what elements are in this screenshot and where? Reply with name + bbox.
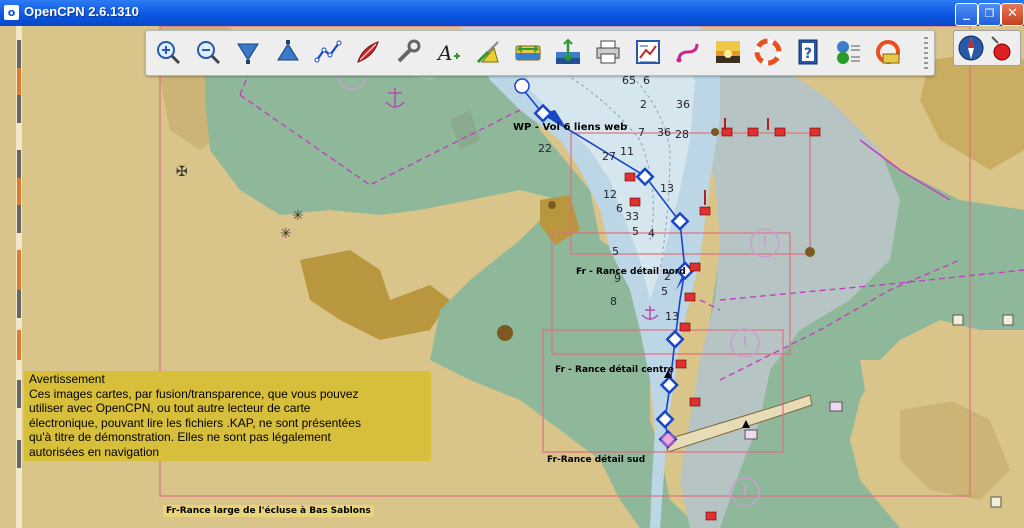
toolbar-grip[interactable] <box>924 37 928 69</box>
ais-button[interactable] <box>832 36 863 67</box>
scale-down-button[interactable] <box>232 36 263 67</box>
app-icon: o <box>4 5 19 20</box>
route-manager-icon <box>635 39 660 64</box>
chart-label-sud[interactable]: Fr-Rance détail sud <box>544 454 648 466</box>
svg-text:A: A <box>436 41 452 65</box>
svg-text:36: 36 <box>657 126 671 139</box>
svg-text:8: 8 <box>610 295 617 308</box>
track-button[interactable] <box>672 36 703 67</box>
zoom-out-button[interactable] <box>192 36 223 67</box>
svg-text:4: 4 <box>648 227 655 240</box>
plugin-button[interactable] <box>872 36 903 67</box>
print-button[interactable] <box>592 36 623 67</box>
svg-text:✳: ✳ <box>292 208 304 224</box>
chart-canvas[interactable]: ✳ ✳ ✠ 65 6 36 2 36 28 7 27 11 33 13 22 12 4 2 5 13 5 6… <box>0 25 1024 528</box>
depth-icon <box>555 38 580 64</box>
opencpn-window: o OpenCPN 2.6.1310 _ ❐ ✕ ✳ ✳ ✠ 65 6 36 2… <box>0 0 1024 528</box>
svg-text:5: 5 <box>632 225 639 238</box>
help-button[interactable]: ? <box>792 36 823 67</box>
chart-label-large[interactable]: Fr-Rance large de l'écluse à Bas Sablons <box>163 505 374 517</box>
svg-text:7: 7 <box>638 126 645 139</box>
tide-icon <box>515 44 540 60</box>
svg-text:5: 5 <box>661 285 668 298</box>
warning-line: électronique, pouvant lire les fichiers … <box>29 415 361 430</box>
track-icon <box>676 43 698 62</box>
warning-title: Avertissement <box>29 372 105 386</box>
svg-text:27: 27 <box>602 150 616 163</box>
svg-text:28: 28 <box>675 128 689 141</box>
warning-line: autorisées en navigation <box>29 444 160 459</box>
help-icon: ? <box>798 39 817 64</box>
options-button[interactable] <box>392 36 423 67</box>
text-icon: A <box>436 41 460 65</box>
svg-text:?: ? <box>804 46 812 62</box>
zoom-out-icon <box>196 40 220 64</box>
svg-text:2: 2 <box>640 98 647 111</box>
svg-text:13: 13 <box>660 182 674 195</box>
mob-icon <box>754 38 781 65</box>
svg-text:12: 12 <box>603 188 617 201</box>
route-manager-button[interactable] <box>632 36 663 67</box>
waypoint-label[interactable]: WP - Voi 6 liens web <box>513 122 627 133</box>
color-scheme-icon <box>715 40 740 63</box>
tide-button[interactable] <box>512 36 543 67</box>
maximize-button[interactable]: ❐ <box>978 3 1001 26</box>
svg-text:33: 33 <box>625 210 639 223</box>
color-scheme-button[interactable] <box>712 36 743 67</box>
main-toolbar: A ? <box>145 30 935 76</box>
text-button[interactable]: A <box>432 36 463 67</box>
zoom-in-icon <box>156 40 180 64</box>
warning-line: Ces images cartes, par fusion/transparen… <box>29 386 359 401</box>
svg-text:11: 11 <box>620 145 634 158</box>
scale-up-icon <box>276 39 299 60</box>
warning-box: Avertissement Ces images cartes, par fus… <box>24 371 431 461</box>
compass-icon <box>958 35 1011 61</box>
svg-text:22: 22 <box>538 142 552 155</box>
print-icon <box>596 40 619 63</box>
chart-label-nord[interactable]: Fr - Rance détail nord <box>573 266 689 278</box>
auto-follow-button[interactable] <box>352 36 383 67</box>
svg-text:✠: ✠ <box>176 164 188 180</box>
depth-button[interactable] <box>552 36 583 67</box>
svg-text:✳: ✳ <box>280 226 292 242</box>
scale-up-button[interactable] <box>272 36 303 67</box>
warning-line: utiliser avec OpenCPN, ou tout autre lec… <box>29 401 311 415</box>
svg-text:13: 13 <box>665 310 679 323</box>
current-button[interactable] <box>472 36 503 67</box>
title-bar[interactable]: o OpenCPN 2.6.1310 _ ❐ ✕ <box>0 0 1024 26</box>
route-button[interactable] <box>312 36 343 67</box>
window-title: OpenCPN 2.6.1310 <box>24 4 139 19</box>
plugin-icon <box>875 39 900 64</box>
svg-text:5: 5 <box>612 245 619 258</box>
chart-label-centre[interactable]: Fr - Rance détail centre <box>552 364 677 376</box>
route-icon <box>314 40 341 62</box>
scale-down-icon <box>236 43 259 64</box>
compass-widget[interactable] <box>953 30 1021 66</box>
close-button[interactable]: ✕ <box>1001 3 1024 26</box>
svg-text:6: 6 <box>616 202 623 215</box>
minimize-button[interactable]: _ <box>955 3 978 26</box>
ais-icon <box>836 40 860 64</box>
mob-button[interactable] <box>752 36 783 67</box>
options-icon <box>397 39 420 62</box>
current-icon <box>476 40 499 63</box>
svg-text:36: 36 <box>676 98 690 111</box>
auto-follow-icon <box>356 40 379 63</box>
zoom-in-button[interactable] <box>152 36 183 67</box>
warning-line: qu'à titre de démonstration. Elles ne so… <box>29 430 331 444</box>
